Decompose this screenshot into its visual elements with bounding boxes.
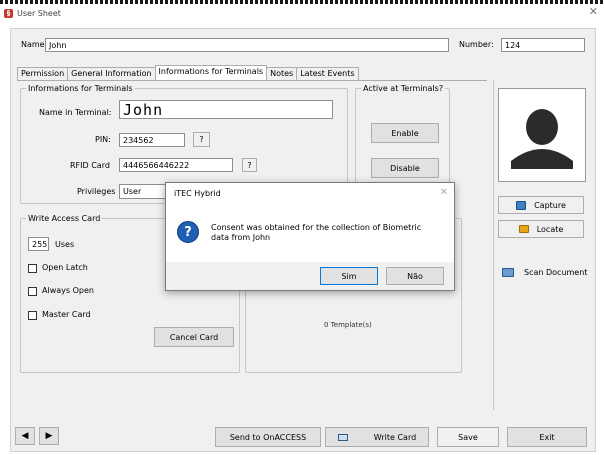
write-access-card-title: Write Access Card [26,213,103,224]
next-button[interactable]: ▶ [39,427,59,445]
save-button[interactable]: Save [437,427,499,447]
window-title-bar: § User Sheet [4,6,61,20]
name-field[interactable]: John [45,38,449,52]
dialog-button-bar: Sim Não [166,262,454,290]
name-in-terminal-label: Name in Terminal: [39,108,112,117]
number-label: Number: [459,40,494,49]
window-title: User Sheet [17,8,61,18]
previous-button[interactable]: ◀ [15,427,35,445]
always-open-checkbox[interactable] [28,287,37,296]
dialog-message: Consent was obtained for the collection … [211,223,422,242]
dialog-no-button[interactable]: Não [386,267,444,285]
camera-icon [516,200,527,210]
scan-document-button[interactable]: Scan Document [498,262,592,282]
rfid-card-field[interactable]: 4446566446222 [119,158,233,172]
dialog-title: iTEC Hybrid [174,189,221,198]
open-latch-label: Open Latch [42,263,88,272]
master-card-label: Master Card [42,310,91,319]
uses-field[interactable]: 255 [28,237,49,251]
send-to-onaccess-button[interactable]: Send to OnACCESS [215,427,321,447]
uses-label: Uses [55,240,75,249]
consent-dialog: iTEC Hybrid ✕ ? Consent was obtained for… [165,182,455,291]
scanner-icon [502,267,514,277]
write-card-button[interactable]: Write Card [325,427,429,447]
disable-button[interactable]: Disable [371,158,439,178]
close-icon[interactable]: ✕ [589,6,598,18]
number-field[interactable]: 124 [501,38,585,52]
tab-general-information[interactable]: General Information [67,67,156,80]
tab-latest-events[interactable]: Latest Events [296,67,359,80]
rfid-card-label: RFID Card [70,161,110,170]
exit-button[interactable]: Exit [507,427,587,447]
question-icon: ? [177,221,199,243]
tab-informations-for-terminals[interactable]: Informations for Terminals [154,65,268,80]
pin-label: PIN: [95,135,111,144]
tab-strip: Permission General Information Informati… [17,65,359,80]
name-in-terminal-field[interactable]: John [119,100,333,119]
scan-document-label: Scan Document [524,267,588,277]
write-card-label: Write Card [373,432,417,442]
rfid-help-button[interactable]: ? [242,158,257,172]
templates-count: 0 Template(s) [324,321,372,329]
card-write-icon [337,433,348,441]
open-latch-checkbox[interactable] [28,264,37,273]
master-card-checkbox[interactable] [28,311,37,320]
name-label: Name: [21,40,48,49]
terminals-group-title: Informations for Terminals [26,83,135,94]
tab-notes[interactable]: Notes [266,67,298,80]
capture-label: Capture [534,200,566,210]
pin-field[interactable]: 234562 [119,133,185,147]
avatar-placeholder-icon [511,109,573,169]
locate-button[interactable]: Locate [498,220,584,238]
tab-permission[interactable]: Permission [17,67,69,80]
top-border [0,0,604,4]
enable-button[interactable]: Enable [371,123,439,143]
pin-help-button[interactable]: ? [193,132,210,147]
cancel-card-button[interactable]: Cancel Card [154,327,234,347]
capture-button[interactable]: Capture [498,196,584,214]
photo-panel: Capture Locate Scan Document [493,80,591,410]
privileges-label: Privileges [77,187,116,196]
locate-label: Locate [536,224,564,234]
always-open-label: Always Open [42,286,94,295]
dialog-yes-button[interactable]: Sim [320,267,378,285]
active-terminals-title: Active at Terminals? [361,83,446,94]
arrow-right-icon: ▶ [45,431,53,441]
arrow-left-icon: ◀ [21,431,29,441]
folder-icon [518,225,529,233]
photo-frame [498,88,586,182]
footer: ◀ ▶ Send to OnACCESS Write Card Save Exi… [11,413,597,453]
app-icon: § [4,8,13,18]
dialog-close-icon[interactable]: ✕ [440,187,448,198]
